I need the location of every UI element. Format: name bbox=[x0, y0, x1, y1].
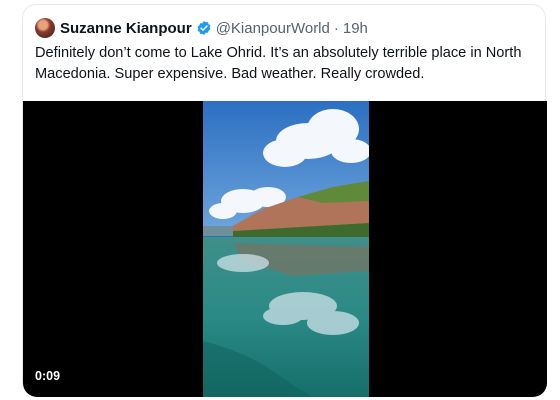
video-duration: 0:09 bbox=[35, 369, 61, 383]
video-thumbnail[interactable] bbox=[203, 101, 371, 397]
separator-dot: · bbox=[333, 19, 339, 37]
tweet-header: Suzanne Kianpour @KianpourWorld · 19h bbox=[35, 17, 533, 39]
timestamp[interactable]: 19h bbox=[343, 20, 368, 37]
tweet-text: Definitely don’t come to Lake Ohrid. It’… bbox=[35, 45, 522, 82]
author-handle[interactable]: @KianpourWorld bbox=[216, 20, 330, 37]
avatar[interactable] bbox=[35, 18, 55, 38]
video-player[interactable]: 0:09 bbox=[23, 101, 547, 397]
tweet-card[interactable]: Suzanne Kianpour @KianpourWorld · 19h De… bbox=[22, 4, 547, 397]
verified-badge-icon bbox=[196, 20, 212, 36]
author-name[interactable]: Suzanne Kianpour bbox=[60, 20, 192, 37]
